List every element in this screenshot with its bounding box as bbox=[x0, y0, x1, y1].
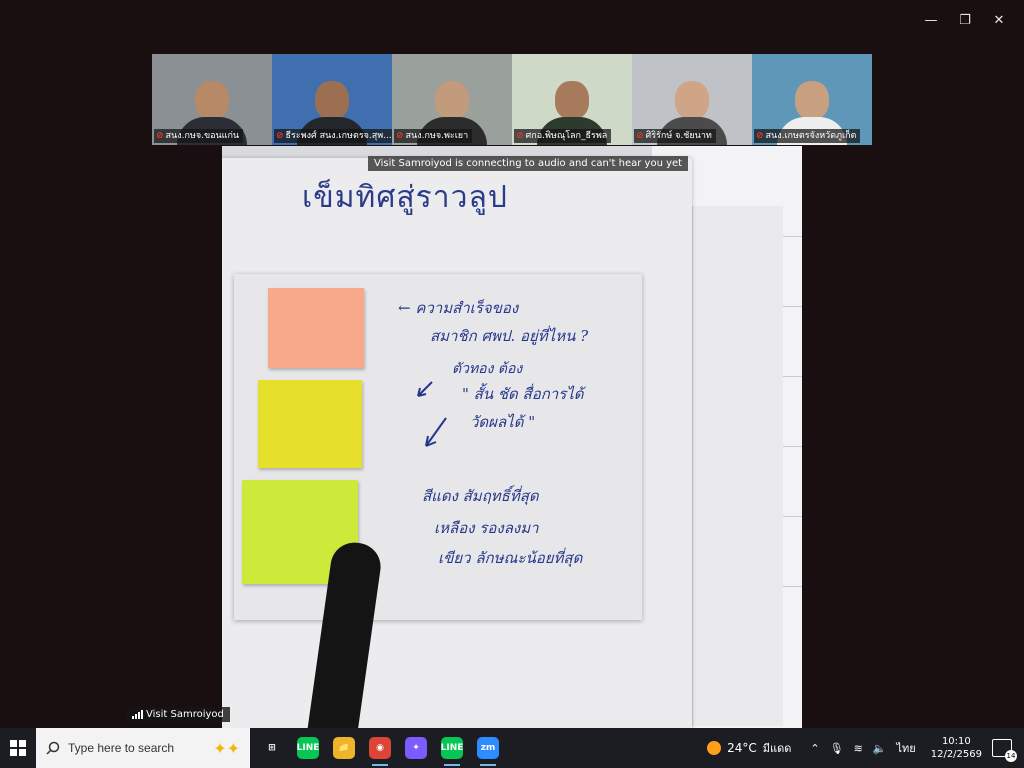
search-icon bbox=[46, 741, 60, 755]
note-line-4: " สั้น ชัด สื่อการได้ bbox=[462, 385, 584, 403]
note-line-7: เหลือง รองลงมา bbox=[434, 519, 539, 537]
wifi-icon[interactable]: ≋ bbox=[854, 742, 863, 755]
sparkle-icon: ✦✦ bbox=[213, 738, 240, 758]
participant-name-tag: ⊘ ธีระพงศ์ สนง.เกษตรจ.สุพ... bbox=[274, 129, 392, 143]
line-icon: LINE bbox=[297, 737, 319, 759]
speaker-name: Visit Samroiyod bbox=[146, 709, 224, 720]
participant-name: สนง.กษจ.พะเยา bbox=[405, 131, 469, 141]
participant-tile[interactable]: ⊘ สนง.เกษตรจังหวัดภูเก็ต bbox=[752, 54, 872, 145]
handwritten-title: เข็มทิศสู่ราวลูป bbox=[302, 180, 508, 215]
microphone-icon[interactable]: 🎙 bbox=[830, 742, 844, 755]
task-view-icon: ⊞ bbox=[268, 743, 276, 753]
taskbar-app-2[interactable]: 📁 bbox=[326, 728, 362, 768]
taskbar-app-1[interactable]: LINE bbox=[290, 728, 326, 768]
taskbar-app-5[interactable]: LINE bbox=[434, 728, 470, 768]
volume-icon[interactable]: 🔈 bbox=[873, 742, 887, 755]
weather-widget[interactable]: 24°C มีแดด bbox=[707, 739, 791, 757]
note-board: ← ความสำเร็จของ สมาชิก ศพป. อยู่ที่ไหน ?… bbox=[234, 274, 642, 620]
close-button[interactable]: ✕ bbox=[982, 8, 1016, 32]
participant-name: ธีระพงศ์ สนง.เกษตรจ.สุพ... bbox=[285, 131, 392, 141]
notification-count: 14 bbox=[1005, 750, 1017, 762]
arrow-icon bbox=[417, 381, 447, 447]
language-indicator[interactable]: ไทย bbox=[896, 739, 915, 757]
taskbar-app-4[interactable]: ✦ bbox=[398, 728, 434, 768]
note-line-2: สมาชิก ศพป. อยู่ที่ไหน ? bbox=[430, 327, 589, 345]
line-icon-2: LINE bbox=[441, 737, 463, 759]
sticky-note-yellow bbox=[258, 380, 362, 468]
muted-mic-icon: ⊘ bbox=[756, 131, 764, 141]
flipchart-paper: เข็มทิศสู่ราวลูป ← ความสำเร็จของ สมาชิก … bbox=[222, 158, 692, 728]
sticky-note-red bbox=[268, 288, 364, 368]
participant-name-tag: ⊘ สนง.กษจ.ขอนแก่น bbox=[154, 129, 244, 143]
participant-tile[interactable]: ⊘ สนง.กษจ.ขอนแก่น bbox=[152, 54, 272, 145]
search-placeholder: Type here to search bbox=[68, 741, 175, 755]
clock[interactable]: 10:10 12/2/2569 bbox=[931, 735, 982, 761]
participant-name-tag: ⊘ ศิริรักษ์ จ.ชัยนาท bbox=[634, 129, 716, 143]
signal-icon bbox=[132, 710, 143, 719]
active-speaker-label: Visit Samroiyod bbox=[126, 707, 230, 722]
start-button[interactable] bbox=[0, 728, 36, 768]
windows-logo-icon bbox=[10, 740, 26, 756]
note-line-1: ← ความสำเร็จของ bbox=[398, 299, 519, 317]
window-controls: — ❐ ✕ bbox=[914, 8, 1016, 32]
file-explorer-icon: 📁 bbox=[333, 737, 355, 759]
taskbar-app-3[interactable]: ◉ bbox=[362, 728, 398, 768]
system-tray: 24°C มีแดด ⌃ 🎙 ≋ 🔈 ไทย 10:10 12/2/2569 1… bbox=[707, 728, 1024, 768]
participant-name: สนง.เกษตรจังหวัดภูเก็ต bbox=[765, 131, 857, 141]
participant-tile[interactable]: ⊘ ศกอ.พิษณุโลก_ธีรพล bbox=[512, 54, 632, 145]
copilot-icon: ✦ bbox=[405, 737, 427, 759]
note-line-5: วัดผลได้ " bbox=[470, 413, 536, 431]
participant-name-tag: ⊘ สนง.กษจ.พะเยา bbox=[394, 129, 473, 143]
taskbar-app-6[interactable]: zm bbox=[470, 728, 506, 768]
restore-button[interactable]: ❐ bbox=[948, 8, 982, 32]
taskbar: Type here to search ✦✦ ⊞ LINE 📁 ◉ ✦ LINE zm 24… bbox=[0, 728, 1024, 768]
participant-tile[interactable]: ⊘ ศิริรักษ์ จ.ชัยนาท bbox=[632, 54, 752, 145]
participant-name: ศิริรักษ์ จ.ชัยนาท bbox=[645, 131, 712, 141]
chrome-icon: ◉ bbox=[369, 737, 391, 759]
muted-mic-icon: ⊘ bbox=[156, 131, 164, 141]
taskbar-app-0[interactable]: ⊞ bbox=[254, 728, 290, 768]
audio-connecting-banner: Visit Samroiyod is connecting to audio a… bbox=[368, 156, 689, 171]
muted-mic-icon: ⊘ bbox=[516, 131, 524, 141]
participant-tile[interactable]: ⊘ สนง.กษจ.พะเยา bbox=[392, 54, 512, 145]
participant-name: สนง.กษจ.ขอนแก่น bbox=[165, 131, 240, 141]
muted-mic-icon: ⊘ bbox=[276, 131, 284, 141]
taskbar-search[interactable]: Type here to search ✦✦ bbox=[36, 728, 250, 768]
minimize-button[interactable]: — bbox=[914, 8, 948, 32]
muted-mic-icon: ⊘ bbox=[636, 131, 644, 141]
shared-screen: เข็มทิศสู่ราวลูป ← ความสำเร็จของ สมาชิก … bbox=[222, 146, 802, 728]
paper-stack bbox=[692, 206, 783, 726]
muted-mic-icon: ⊘ bbox=[396, 131, 404, 141]
notification-center-icon[interactable]: 14 bbox=[992, 739, 1017, 762]
time: 10:10 bbox=[941, 736, 971, 747]
weather-temp: 24°C bbox=[727, 741, 757, 755]
note-line-8: เขียว ลักษณะน้อยที่สุด bbox=[438, 549, 583, 567]
participant-name-tag: ⊘ ศกอ.พิษณุโลก_ธีรพล bbox=[514, 129, 612, 143]
weather-desc: มีแดด bbox=[762, 742, 792, 755]
participant-strip: ⊘ สนง.กษจ.ขอนแก่น ⊘ ธีระพงศ์ สนง.เกษตรจ.สุพ… bbox=[152, 54, 872, 145]
participant-name: ศกอ.พิษณุโลก_ธีรพล bbox=[525, 131, 608, 141]
chevron-up-icon[interactable]: ⌃ bbox=[810, 742, 819, 755]
participant-name-tag: ⊘ สนง.เกษตรจังหวัดภูเก็ต bbox=[754, 129, 861, 143]
sun-icon bbox=[707, 741, 722, 755]
participant-tile[interactable]: ⊘ ธีระพงศ์ สนง.เกษตรจ.สุพ... bbox=[272, 54, 392, 145]
note-line-6: สีแดง สัมฤทธิ์ที่สุด bbox=[422, 487, 539, 505]
date: 12/2/2569 bbox=[930, 749, 982, 760]
zoom-icon: zm bbox=[477, 737, 499, 759]
